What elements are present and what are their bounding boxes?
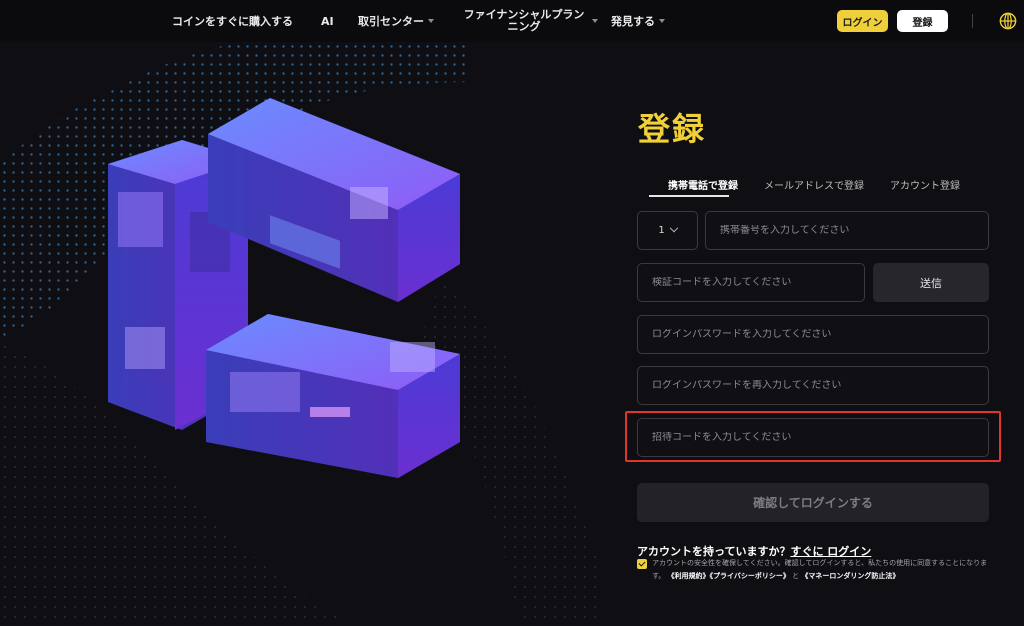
nav-buy-crypto[interactable]: コインをすぐに購入する: [172, 0, 293, 42]
tab-account[interactable]: アカウント登録: [890, 177, 960, 192]
agree-text-block: アカウントの安全性を確保してください。確認してログインすると、私たちの使用に同意…: [652, 557, 992, 583]
invite-field[interactable]: [637, 418, 989, 457]
nav-financial-label: ファイナンシャルプランニング: [463, 8, 585, 33]
tab-phone[interactable]: 携帯電話で登録: [668, 177, 738, 192]
nav-financial[interactable]: ファイナンシャルプランニング: [460, 0, 598, 42]
send-code-button[interactable]: 送信: [873, 263, 989, 302]
password-confirm-input[interactable]: [652, 380, 988, 391]
hero-illustration: [0, 42, 600, 626]
nav-ai-label: AI: [321, 14, 334, 28]
tab-email[interactable]: メールアドレスで登録: [764, 177, 864, 192]
aml-link[interactable]: 《マネーロンダリング防止法》: [801, 572, 899, 580]
and-text: と: [792, 572, 800, 580]
code-field[interactable]: [637, 263, 865, 302]
nav-discover-label: 発見する: [611, 15, 655, 28]
nav-buy-crypto-label: コインをすぐに購入する: [172, 15, 293, 28]
phone-input[interactable]: [720, 225, 988, 236]
country-code-value: 1: [658, 225, 665, 236]
caret-down-icon: [659, 19, 665, 23]
chevron-down-icon: [669, 223, 678, 232]
nav-discover[interactable]: 発見する: [611, 0, 665, 42]
hero-art: [0, 42, 600, 626]
phone-field[interactable]: [705, 211, 989, 250]
top-nav: コインをすぐに購入する AI 取引センター ファイナンシャルプランニング 発見す…: [0, 0, 1024, 42]
code-input[interactable]: [652, 277, 864, 288]
invite-code-input[interactable]: [652, 432, 988, 443]
page-title: 登録: [638, 110, 707, 148]
password-field[interactable]: [637, 315, 989, 354]
terms-link[interactable]: 《利用規約》: [668, 572, 710, 580]
register-button[interactable]: 登録: [897, 10, 948, 32]
globe-icon[interactable]: [999, 12, 1017, 30]
password-confirm-field[interactable]: [637, 366, 989, 405]
privacy-link[interactable]: 《プライバシーポリシー》: [710, 572, 790, 580]
caret-down-icon: [592, 19, 598, 23]
nav-divider: [972, 14, 973, 28]
country-code-select[interactable]: 1: [637, 211, 698, 250]
agree-checkbox[interactable]: [637, 559, 647, 569]
caret-down-icon: [428, 19, 434, 23]
nav-ai[interactable]: AI: [321, 0, 334, 42]
password-input[interactable]: [652, 329, 988, 340]
nav-trade-center[interactable]: 取引センター: [358, 0, 434, 42]
login-button[interactable]: ログイン: [837, 10, 888, 32]
tab-underline: [649, 195, 729, 197]
nav-trade-center-label: 取引センター: [358, 15, 424, 28]
submit-button[interactable]: 確認してログインする: [637, 483, 989, 522]
